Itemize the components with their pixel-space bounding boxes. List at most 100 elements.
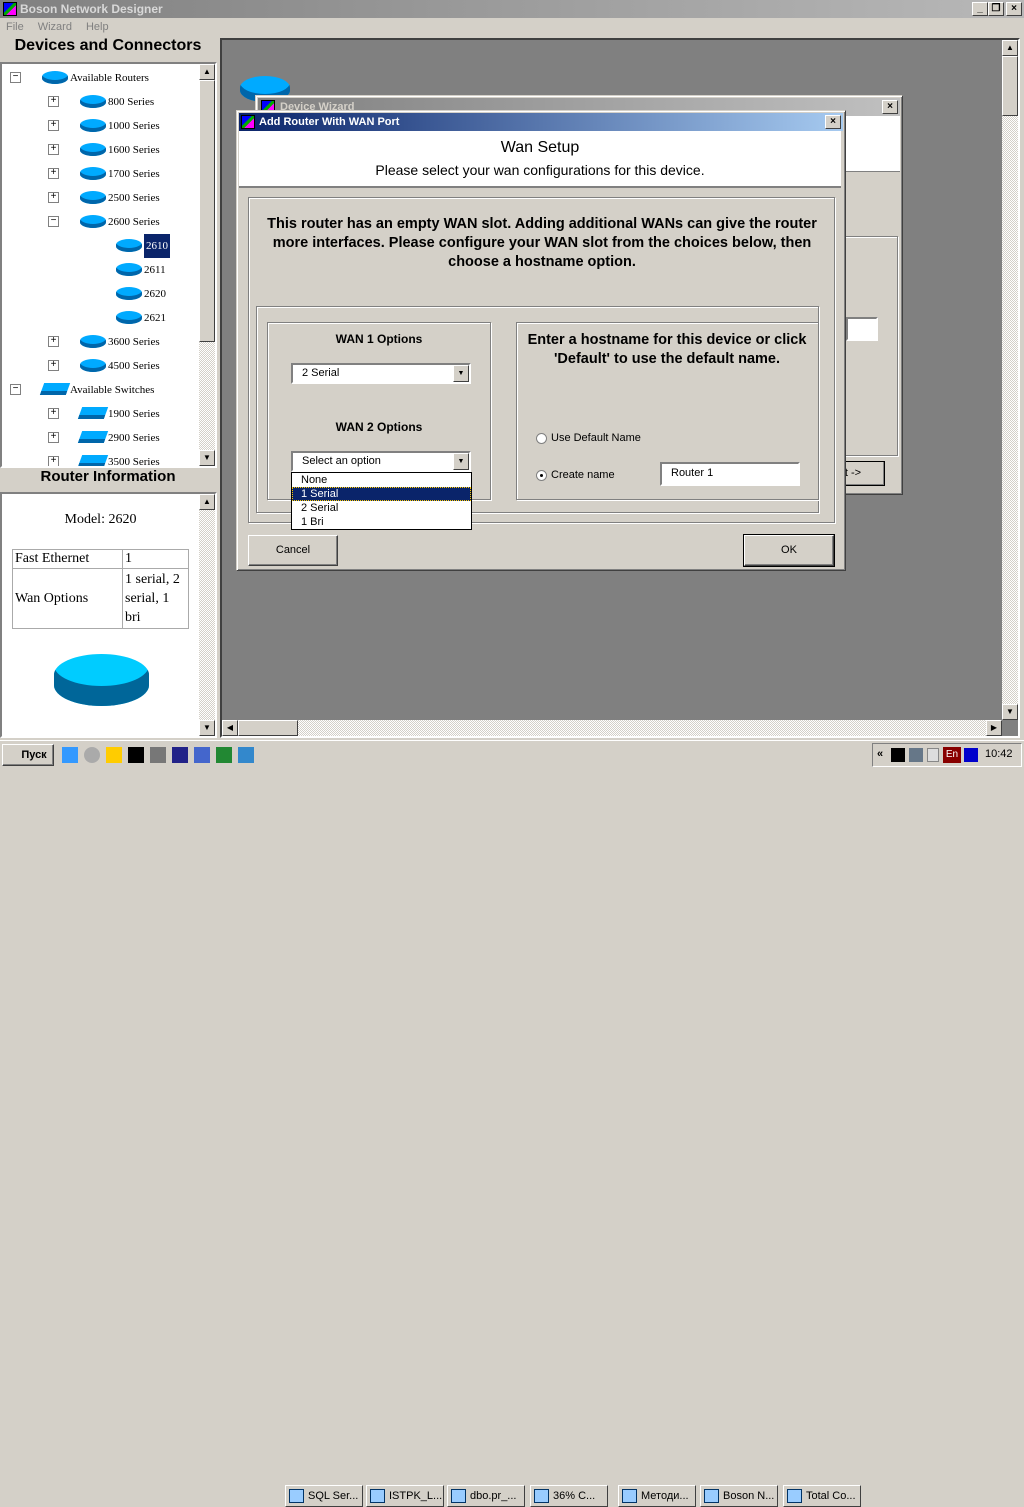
menu-file[interactable]: File xyxy=(6,21,24,33)
taskbar-button[interactable]: Boson N... xyxy=(700,1485,778,1507)
hostname-input[interactable]: Router 1 xyxy=(660,462,800,486)
tree-item-label: 1600 Series xyxy=(108,144,160,156)
scroll-right-button[interactable]: ▶ xyxy=(986,720,1002,736)
dialog-heading: Wan Setup xyxy=(500,139,580,156)
tree-item[interactable]: − Available Switches xyxy=(2,378,199,402)
scroll-thumb[interactable] xyxy=(199,80,215,342)
scroll-up-button[interactable]: ▲ xyxy=(1002,40,1018,56)
expand-icon[interactable]: + xyxy=(48,168,59,179)
batman-icon[interactable] xyxy=(128,747,144,763)
use-default-radio[interactable] xyxy=(536,433,547,444)
expand-icon[interactable]: + xyxy=(48,96,59,107)
dialog-subheading: Please select your wan configurations fo… xyxy=(375,162,705,178)
tree-item[interactable]: +4500 Series xyxy=(2,354,199,378)
excel-icon[interactable] xyxy=(216,747,232,763)
tree-item-label: 800 Series xyxy=(108,96,155,108)
tree-item[interactable]: − Available Routers xyxy=(2,66,199,90)
tree-item[interactable]: +1900 Series xyxy=(2,402,199,426)
taskbar-button[interactable]: Total Co... xyxy=(783,1485,861,1507)
router-image xyxy=(54,654,149,706)
taskbar-button[interactable]: dbo.pr_... xyxy=(447,1485,525,1507)
network-icon[interactable] xyxy=(150,747,166,763)
info-scrollbar[interactable]: ▲ ▼ xyxy=(199,494,215,736)
tree-item[interactable]: − 2600 Series xyxy=(2,210,199,234)
scroll-down-button[interactable]: ▼ xyxy=(1002,704,1018,720)
taskbar-button-label: dbo.pr_... xyxy=(470,1490,517,1502)
device-wizard-close[interactable]: × xyxy=(882,100,898,114)
taskbar-button[interactable]: ISTPK_L... xyxy=(366,1485,444,1507)
language-indicator[interactable]: En xyxy=(943,747,961,763)
chevron-down-icon[interactable]: ▼ xyxy=(453,453,469,470)
create-name-label[interactable]: Create name xyxy=(551,469,615,481)
scroll-thumb[interactable] xyxy=(1002,56,1018,116)
tree-item[interactable]: 2620 xyxy=(2,282,199,306)
scroll-thumb[interactable] xyxy=(238,720,298,736)
expand-icon[interactable]: + xyxy=(48,360,59,371)
expand-icon[interactable]: + xyxy=(48,120,59,131)
tree-scrollbar[interactable]: ▲ ▼ xyxy=(199,64,215,466)
tree-item[interactable]: +1700 Series xyxy=(2,162,199,186)
collapse-icon[interactable]: − xyxy=(10,72,21,83)
tray-network-icon[interactable] xyxy=(909,748,923,762)
menu-wizard[interactable]: Wizard xyxy=(38,21,72,33)
tray-icon[interactable] xyxy=(891,748,905,762)
ie-icon[interactable] xyxy=(62,747,78,763)
tree-item[interactable]: +2500 Series xyxy=(2,186,199,210)
dialog-title: Add Router With WAN Port xyxy=(259,116,400,128)
wizard-field[interactable] xyxy=(846,317,878,341)
cancel-button[interactable]: Cancel xyxy=(248,535,338,566)
browser-icon[interactable] xyxy=(84,747,100,763)
app-icon[interactable] xyxy=(106,747,122,763)
scroll-up-button[interactable]: ▲ xyxy=(199,64,215,80)
dropdown-option[interactable]: 1 Bri xyxy=(292,515,471,529)
tree-item[interactable]: +800 Series xyxy=(2,90,199,114)
canvas-vscrollbar[interactable]: ▲ ▼ xyxy=(1002,40,1018,720)
menu-bar: File Wizard Help xyxy=(0,18,1024,36)
collapse-icon[interactable]: − xyxy=(48,216,59,227)
expand-icon[interactable]: + xyxy=(48,336,59,347)
ok-button[interactable]: OK xyxy=(743,534,835,567)
tree-item[interactable]: 2611 xyxy=(2,258,199,282)
canvas-hscrollbar[interactable]: ◀ ▶ xyxy=(222,720,1002,736)
expand-icon[interactable]: + xyxy=(48,456,59,466)
wan2-select[interactable]: Select an option ▼ xyxy=(291,451,471,472)
use-default-label[interactable]: Use Default Name xyxy=(551,432,641,444)
taskbar-button[interactable]: Методи... xyxy=(618,1485,696,1507)
taskbar-button[interactable]: 36% C... xyxy=(530,1485,608,1507)
close-button[interactable]: × xyxy=(1006,2,1022,16)
tree-item[interactable]: 2610 xyxy=(2,234,199,258)
expand-icon[interactable]: + xyxy=(48,192,59,203)
tray-icon[interactable] xyxy=(927,748,939,762)
play-icon[interactable] xyxy=(964,748,978,762)
tray-expand-icon[interactable]: « xyxy=(877,748,883,760)
tree-item[interactable]: +1600 Series xyxy=(2,138,199,162)
dropdown-option[interactable]: 1 Serial xyxy=(292,487,471,501)
dropdown-option[interactable]: 2 Serial xyxy=(292,501,471,515)
restore-button[interactable]: ❐ xyxy=(988,2,1004,16)
explorer-icon[interactable] xyxy=(238,747,254,763)
taskbar-button[interactable]: SQL Ser... xyxy=(285,1485,363,1507)
tree-item[interactable]: 2621 xyxy=(2,306,199,330)
wan1-select[interactable]: 2 Serial ▼ xyxy=(291,363,471,384)
dialog-close-button[interactable]: × xyxy=(825,115,841,129)
scroll-up-button[interactable]: ▲ xyxy=(199,494,215,510)
expand-icon[interactable]: + xyxy=(48,432,59,443)
scroll-left-button[interactable]: ◀ xyxy=(222,720,238,736)
scroll-down-button[interactable]: ▼ xyxy=(199,720,215,736)
tree-item[interactable]: +3600 Series xyxy=(2,330,199,354)
expand-icon[interactable]: + xyxy=(48,144,59,155)
create-name-radio[interactable] xyxy=(536,470,547,481)
chevron-down-icon[interactable]: ▼ xyxy=(453,365,469,382)
collapse-icon[interactable]: − xyxy=(10,384,21,395)
tree-item[interactable]: +1000 Series xyxy=(2,114,199,138)
start-button[interactable]: Пуск xyxy=(2,744,54,766)
dropdown-option[interactable]: None xyxy=(292,473,471,487)
word-icon[interactable] xyxy=(194,747,210,763)
tree-item[interactable]: +3500 Series xyxy=(2,450,199,466)
expand-icon[interactable]: + xyxy=(48,408,59,419)
tree-item[interactable]: +2900 Series xyxy=(2,426,199,450)
menu-help[interactable]: Help xyxy=(86,21,109,33)
minimize-button[interactable]: _ xyxy=(972,2,988,16)
save-icon[interactable] xyxy=(172,747,188,763)
scroll-down-button[interactable]: ▼ xyxy=(199,450,215,466)
